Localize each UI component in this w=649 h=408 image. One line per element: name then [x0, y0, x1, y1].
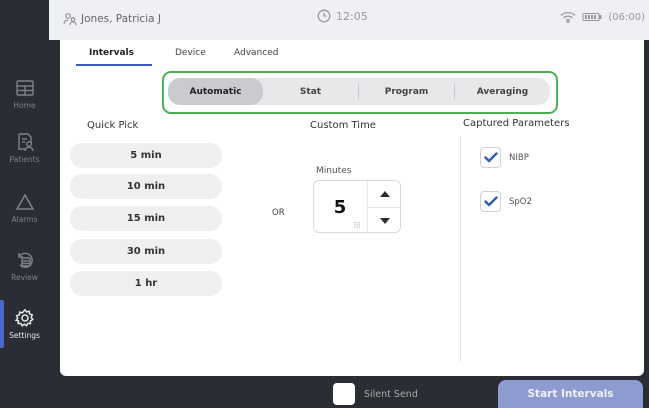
mode-averaging-button[interactable]: Averaging	[455, 78, 550, 105]
quick-pick-5-min-button[interactable]: 5 min	[70, 143, 222, 168]
clock-time: 12:05	[336, 9, 368, 23]
patient-name-text: Jones, Patricia J	[81, 13, 161, 25]
minutes-stepper: 5	[313, 180, 401, 234]
spo2-checkbox[interactable]	[480, 191, 501, 212]
device-status: (06:00)	[560, 11, 645, 23]
param-nibp[interactable]: NIBP	[480, 147, 529, 168]
tab-advanced[interactable]: Advanced	[234, 48, 278, 58]
clock-icon	[317, 9, 331, 23]
sidebar-item-alarms[interactable]: Alarms	[0, 180, 49, 236]
start-intervals-button[interactable]: Start Intervals	[498, 380, 643, 408]
person-icon	[63, 13, 77, 26]
captured-parameters-title: Captured Parameters	[463, 118, 570, 129]
tab-device[interactable]: Device	[175, 48, 206, 58]
quick-pick-1-hr-button[interactable]: 1 hr	[70, 271, 222, 296]
silent-send-label: Silent Send	[364, 389, 418, 400]
home-icon	[15, 80, 34, 96]
caret-up-icon	[379, 191, 390, 197]
mode-stat-button[interactable]: Stat	[263, 78, 358, 105]
nibp-label: NIBP	[509, 152, 529, 163]
stepper-buttons	[368, 181, 401, 234]
sidebar-item-patients[interactable]: Patients	[0, 120, 49, 176]
minutes-label: Minutes	[316, 166, 352, 176]
increment-button[interactable]	[368, 181, 401, 207]
nibp-checkbox[interactable]	[480, 147, 501, 168]
patient-name[interactable]: Jones, Patricia J	[63, 12, 161, 26]
sidebar: Home Patients Alarms Review Settings	[0, 0, 49, 408]
param-spo2[interactable]: SpO2	[480, 191, 532, 212]
interval-mode-selector: Automatic Stat Program Averaging	[168, 78, 550, 105]
sidebar-item-label: Patients	[9, 155, 40, 164]
active-tab-indicator	[76, 64, 152, 66]
decrement-button[interactable]	[368, 207, 401, 233]
alarm-triangle-icon	[15, 193, 34, 210]
sidebar-item-label: Settings	[9, 331, 40, 340]
caret-down-icon	[379, 217, 390, 224]
tab-intervals[interactable]: Intervals	[89, 48, 134, 58]
battery-time-remaining: (06:00)	[608, 11, 645, 23]
spo2-label: SpO2	[509, 196, 532, 207]
quick-pick-title: Quick Pick	[87, 120, 139, 131]
tab-bar: Intervals Device Advanced	[60, 40, 644, 66]
sidebar-item-label: Home	[13, 101, 36, 110]
keypad-icon	[354, 222, 360, 228]
mode-automatic-button[interactable]: Automatic	[168, 78, 263, 105]
sidebar-item-label: Review	[11, 273, 38, 282]
sidebar-item-settings[interactable]: Settings	[0, 296, 49, 352]
sidebar-item-review[interactable]: Review	[0, 238, 49, 294]
gear-icon	[14, 308, 34, 327]
column-divider	[460, 136, 461, 362]
sidebar-item-home[interactable]: Home	[0, 66, 49, 122]
silent-send-checkbox[interactable]	[333, 383, 355, 405]
battery-icon	[582, 13, 602, 21]
settings-panel: Intervals Device Advanced Automatic Stat…	[60, 40, 644, 376]
review-icon	[17, 252, 33, 268]
checkmark-icon	[483, 152, 498, 163]
custom-time-title: Custom Time	[310, 120, 376, 131]
sidebar-item-label: Alarms	[11, 215, 38, 224]
quick-pick-30-min-button[interactable]: 30 min	[70, 239, 222, 264]
mode-program-button[interactable]: Program	[359, 78, 454, 105]
clock: 12:05	[317, 9, 368, 23]
quick-pick-15-min-button[interactable]: 15 min	[70, 206, 222, 231]
top-status-bar: Jones, Patricia J 12:05 (06:00)	[49, 0, 649, 40]
quick-pick-10-min-button[interactable]: 10 min	[70, 174, 222, 199]
patients-icon	[17, 133, 34, 152]
or-label: OR	[272, 208, 285, 218]
checkmark-icon	[483, 196, 498, 207]
wifi-icon	[560, 11, 576, 23]
